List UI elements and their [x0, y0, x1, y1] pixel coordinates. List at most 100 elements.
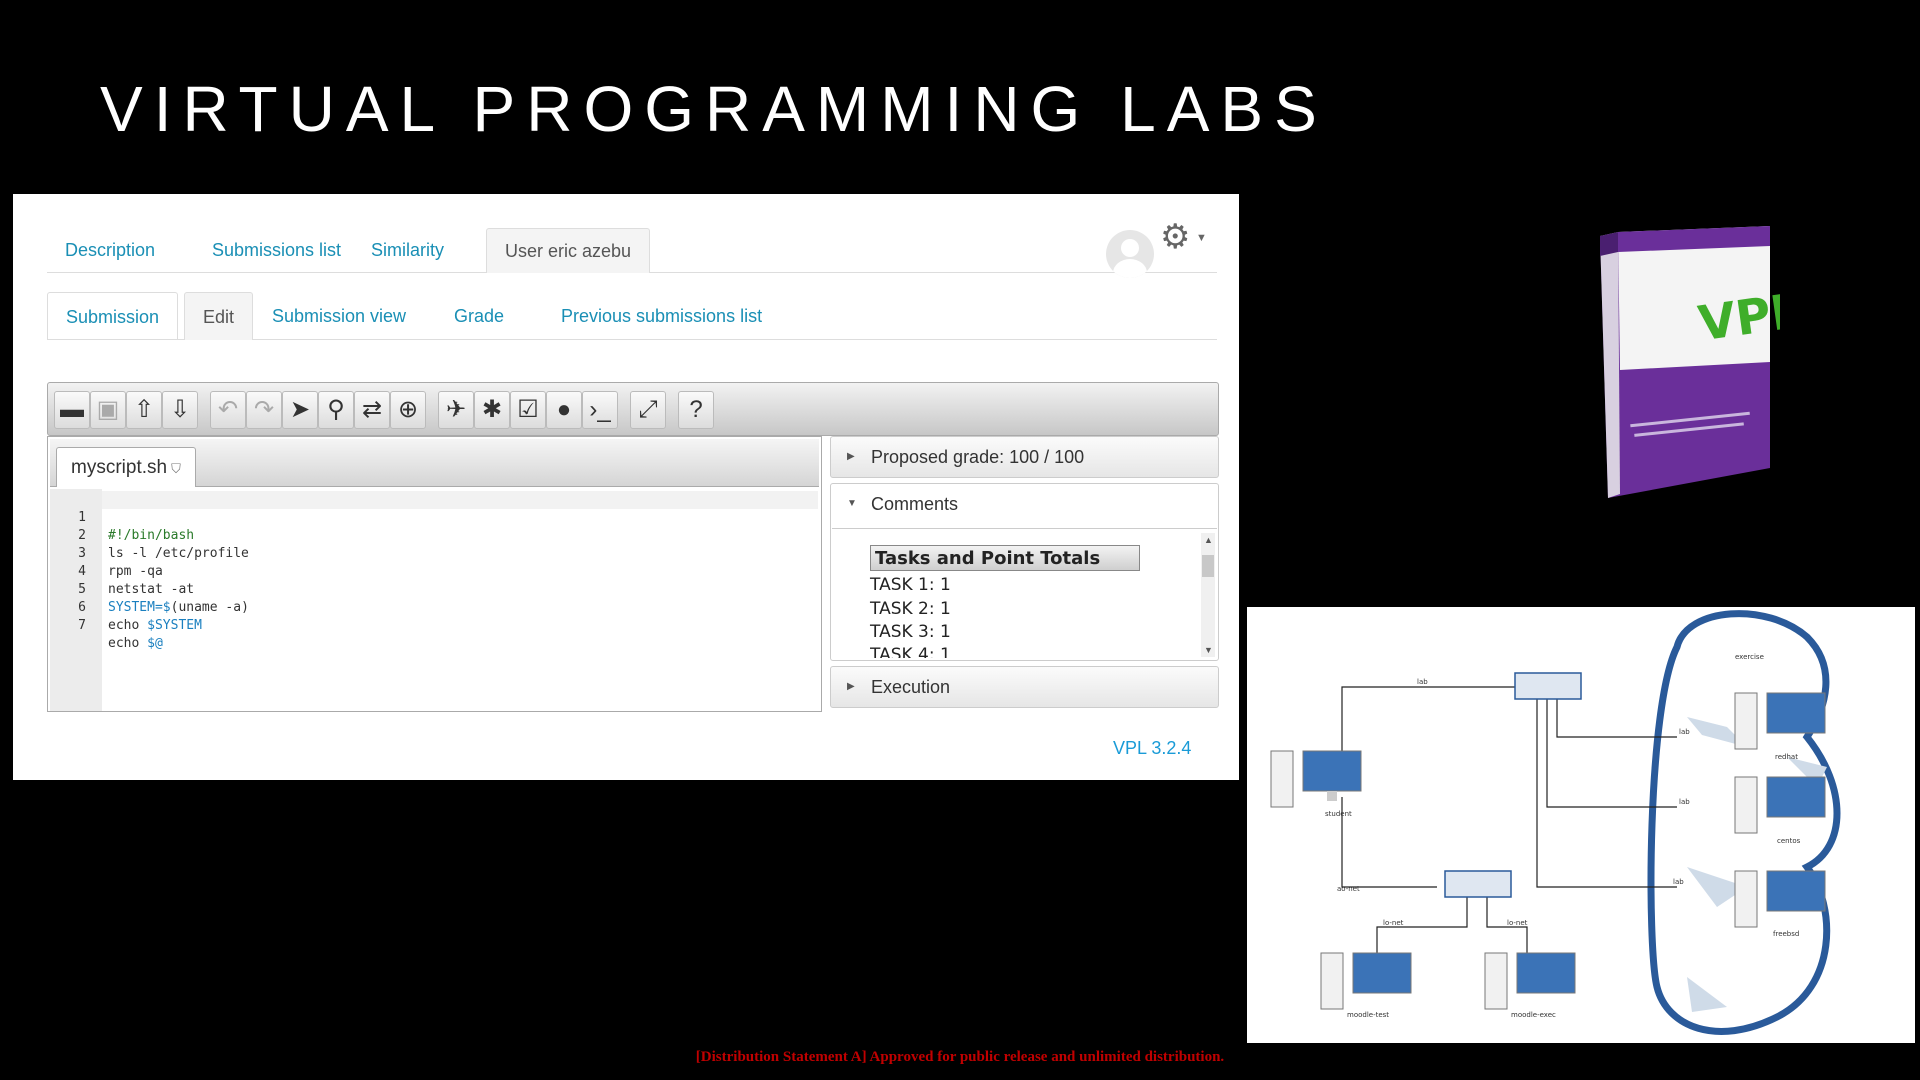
download-icon[interactable]: ⇩ — [162, 391, 198, 429]
comment-heading: Tasks and Point Totals — [870, 545, 1140, 571]
sub-tab-bar: Submission Edit Submission view Grade Pr… — [47, 292, 1217, 340]
scroll-down-icon[interactable]: ▼ — [1204, 645, 1213, 655]
line-number: 1 — [78, 510, 86, 525]
code-editor: myscript.sh ⛉ 1 #!/bin/bash 2 ls -l /etc/… — [47, 436, 822, 712]
link-label: lab — [1679, 728, 1690, 736]
code-line: 6 echo $SYSTEM — [78, 581, 818, 633]
upload-icon[interactable]: ⇧ — [126, 391, 162, 429]
link-label: ao-net — [1337, 885, 1360, 893]
vpl-box-image: VPL — [1600, 226, 1780, 498]
link-label: lab — [1417, 678, 1428, 686]
tab-description[interactable]: Description — [47, 228, 173, 273]
chevron-right-icon: ▶ — [847, 451, 855, 462]
execution-label: Execution — [871, 677, 951, 697]
computer-freebsd — [1734, 870, 1826, 928]
execution-header[interactable]: ▶ Execution — [831, 667, 1218, 707]
replace-icon[interactable]: ⇄ — [354, 391, 390, 429]
comments-section: ▼ Comments Tasks and Point Totals TASK 1… — [830, 483, 1219, 661]
comments-body: Tasks and Point Totals TASK 1: 1 TASK 2:… — [832, 528, 1217, 658]
code-line: 7 echo $@ — [78, 599, 818, 651]
code-line: 2 ls -l /etc/profile — [78, 509, 818, 561]
file-tab-bar: myscript.sh ⛉ — [50, 439, 819, 487]
host-label: freebsd — [1773, 930, 1799, 938]
tab-previous-submissions[interactable]: Previous submissions list — [543, 292, 780, 340]
tab-similarity[interactable]: Similarity — [353, 228, 462, 273]
shield-icon: ⛉ — [171, 461, 181, 476]
computer-moodle-test — [1320, 952, 1412, 1010]
gear-icon[interactable]: ⚙ — [1160, 220, 1190, 254]
comments-header[interactable]: ▼ Comments — [831, 484, 1218, 524]
line-number: 5 — [78, 582, 86, 597]
task-item: TASK 4: 1 — [870, 645, 951, 658]
tab-submission-view[interactable]: Submission view — [254, 292, 424, 340]
host-label: redhat — [1775, 753, 1798, 761]
goto-line-icon[interactable]: ➤ — [282, 391, 318, 429]
editor-toolbar: ▬ ▣ ⇧ ⇩ ↶ ↷ ➤ ⚲ ⇄ ⊕ ✈ ✱ ☑ ● ›_ ⤢ ? — [47, 382, 1219, 436]
side-panel: ▶ Proposed grade: 100 / 100 ▼ Comments T… — [830, 436, 1219, 712]
user-avatar[interactable] — [1106, 230, 1154, 278]
host-label: moodle-exec — [1511, 1011, 1556, 1019]
folder-open-icon[interactable]: ▬ — [54, 391, 90, 429]
debug-icon[interactable]: ✱ — [474, 391, 510, 429]
proposed-grade-label: Proposed grade: 100 / 100 — [871, 447, 1085, 467]
host-label: exercise — [1735, 653, 1764, 661]
computer-student — [1270, 750, 1362, 808]
host-label: moodle-test — [1347, 1011, 1389, 1019]
chevron-right-icon: ▶ — [847, 681, 855, 692]
code-text: echo $@ — [108, 635, 163, 653]
task-item: TASK 2: 1 — [870, 599, 951, 619]
computer-centos — [1734, 776, 1826, 834]
redo-icon[interactable]: ↷ — [246, 391, 282, 429]
help-icon[interactable]: ? — [678, 391, 714, 429]
chevron-down-icon[interactable]: ▼ — [1196, 232, 1207, 244]
network-diagram: student exercise redhat centos freebsd m… — [1247, 607, 1915, 1043]
top-tab-bar: Description Submissions list Similarity … — [47, 228, 1217, 273]
zoom-icon[interactable]: ⊕ — [390, 391, 426, 429]
file-name: myscript.sh — [71, 457, 168, 478]
computer-moodle-exec — [1484, 952, 1576, 1010]
execution-section[interactable]: ▶ Execution — [830, 666, 1219, 708]
tab-edit[interactable]: Edit — [184, 292, 254, 340]
code-token: $@ — [147, 636, 163, 651]
scroll-thumb[interactable] — [1202, 555, 1214, 577]
slide-title: VIRTUAL PROGRAMMING LABS — [100, 73, 1328, 145]
distribution-statement: [Distribution Statement A] Approved for … — [695, 1049, 1225, 1065]
run-icon[interactable]: ✈ — [438, 391, 474, 429]
code-line: 5 SYSTEM=$(uname -a) — [78, 563, 818, 615]
comments-label: Comments — [871, 494, 959, 514]
vpl-screenshot: Description Submissions list Similarity … — [13, 194, 1239, 780]
code-area[interactable]: 1 #!/bin/bash 2 ls -l /etc/profile 3 rpm… — [78, 489, 818, 711]
link-label: lo-net — [1507, 919, 1528, 927]
proposed-grade-header[interactable]: ▶ Proposed grade: 100 / 100 — [831, 437, 1218, 477]
line-number: 3 — [78, 546, 86, 561]
tab-grade[interactable]: Grade — [436, 292, 522, 340]
evaluate-icon[interactable]: ☑ — [510, 391, 546, 429]
console-icon[interactable]: ›_ — [582, 391, 618, 429]
file-tab[interactable]: myscript.sh ⛉ — [56, 447, 196, 487]
task-item: TASK 1: 1 — [870, 575, 951, 595]
line-number: 6 — [78, 600, 86, 615]
fullscreen-icon[interactable]: ⤢ — [630, 391, 666, 429]
proposed-grade-section[interactable]: ▶ Proposed grade: 100 / 100 — [830, 436, 1219, 478]
line-number: 7 — [78, 618, 86, 633]
scroll-up-icon[interactable]: ▲ — [1204, 535, 1213, 545]
tab-submissions-list[interactable]: Submissions list — [194, 228, 359, 273]
find-icon[interactable]: ⚲ — [318, 391, 354, 429]
line-number: 4 — [78, 564, 86, 579]
code-line: 4 netstat -at — [78, 545, 818, 597]
save-icon[interactable]: ▣ — [90, 391, 126, 429]
vpl-version: VPL 3.2.4 — [1113, 738, 1192, 758]
host-label: centos — [1777, 837, 1801, 845]
link-label: lo-net — [1383, 919, 1404, 927]
link-label: lab — [1679, 798, 1690, 806]
code-token: echo — [108, 636, 148, 651]
link-label: lab — [1673, 878, 1684, 886]
tab-user[interactable]: User eric azebu — [486, 228, 651, 273]
line-number: 2 — [78, 528, 86, 543]
chevron-down-icon: ▼ — [847, 498, 857, 509]
undo-icon[interactable]: ↶ — [210, 391, 246, 429]
host-label: student — [1325, 810, 1352, 818]
tab-submission[interactable]: Submission — [47, 292, 179, 340]
comments-icon[interactable]: ● — [546, 391, 582, 429]
comments-scrollbar[interactable]: ▲ ▼ — [1201, 533, 1215, 657]
